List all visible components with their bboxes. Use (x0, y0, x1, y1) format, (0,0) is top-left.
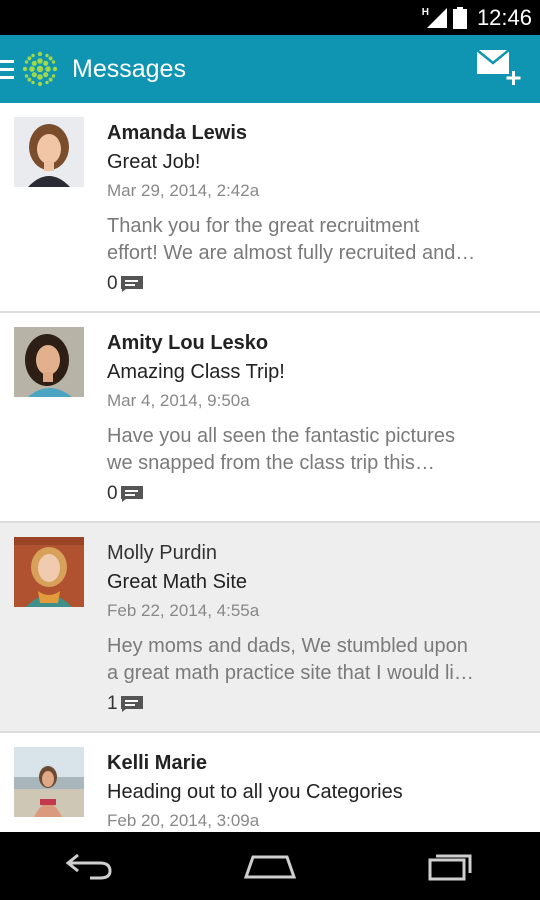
message-date: Mar 29, 2014, 2:42a (107, 181, 260, 200)
message-subject: Great Math Site (107, 571, 248, 593)
message-date: Feb 22, 2014, 4:55a (107, 601, 260, 620)
message-list: Amanda Lewis Great Job! Mar 29, 2014, 2:… (0, 103, 540, 832)
preview-line: effort! We are almost fully recruited an… (107, 242, 476, 264)
home-icon[interactable] (243, 851, 297, 881)
back-icon[interactable] (64, 851, 114, 881)
sender-name: Amity Lou Lesko (107, 332, 269, 354)
avatar (14, 747, 84, 817)
message-item[interactable]: Amity Lou Lesko Amazing Class Trip! Mar … (0, 313, 540, 523)
reply-count: 0 (107, 483, 143, 505)
message-item[interactable]: Amanda Lewis Great Job! Mar 29, 2014, 2:… (0, 103, 540, 313)
message-date: Mar 4, 2014, 9:50a (107, 391, 250, 410)
reply-count: 0 (107, 273, 143, 295)
comment-icon (120, 696, 143, 712)
avatar (14, 117, 84, 187)
avatar (14, 327, 84, 397)
message-preview: Have you all seen the fantastic pictures… (107, 423, 525, 477)
reply-count-value: 0 (107, 483, 118, 504)
action-bar: Messages (0, 35, 540, 103)
page-title: Messages (72, 54, 186, 83)
navigation-bar (0, 832, 540, 900)
preview-line: Have you all seen the fantastic pictures (107, 425, 455, 447)
message-subject: Great Job! (107, 151, 201, 173)
message-preview: Hey moms and dads, We stumbled upon a gr… (107, 633, 525, 687)
status-bar: H 12:46 (0, 0, 540, 35)
message-date: Feb 20, 2014, 3:09a (107, 811, 260, 830)
avatar (14, 537, 84, 607)
message-preview: Thank you for the great recruitment effo… (107, 213, 525, 267)
battery-icon (452, 6, 467, 29)
sender-name: Molly Purdin (107, 542, 218, 564)
comment-icon (120, 486, 143, 502)
preview-line: Hey moms and dads, We stumbled upon (107, 635, 468, 657)
comment-icon (120, 276, 143, 292)
preview-line: a great math practice site that I would … (107, 662, 474, 684)
reply-count-value: 0 (107, 273, 118, 294)
clock: 12:46 (476, 4, 532, 30)
message-subject: Amazing Class Trip! (107, 361, 285, 383)
recent-apps-icon[interactable] (426, 851, 476, 881)
reply-count-value: 1 (107, 693, 118, 714)
preview-line: we snapped from the class trip this… (107, 452, 435, 474)
preview-line: Thank you for the great recruitment (107, 215, 420, 237)
signal-icon (426, 7, 447, 28)
compose-message-icon[interactable] (476, 49, 522, 89)
message-item[interactable]: Molly Purdin Great Math Site Feb 22, 201… (0, 523, 540, 733)
sender-name: Kelli Marie (107, 752, 208, 774)
app-logo-icon[interactable] (22, 51, 58, 87)
sender-name: Amanda Lewis (107, 122, 248, 144)
reply-count: 1 (107, 693, 143, 715)
message-subject: Heading out to all you Categories (107, 781, 403, 803)
menu-icon[interactable] (0, 58, 16, 80)
message-item[interactable]: Kelli Marie Heading out to all you Categ… (0, 733, 540, 832)
